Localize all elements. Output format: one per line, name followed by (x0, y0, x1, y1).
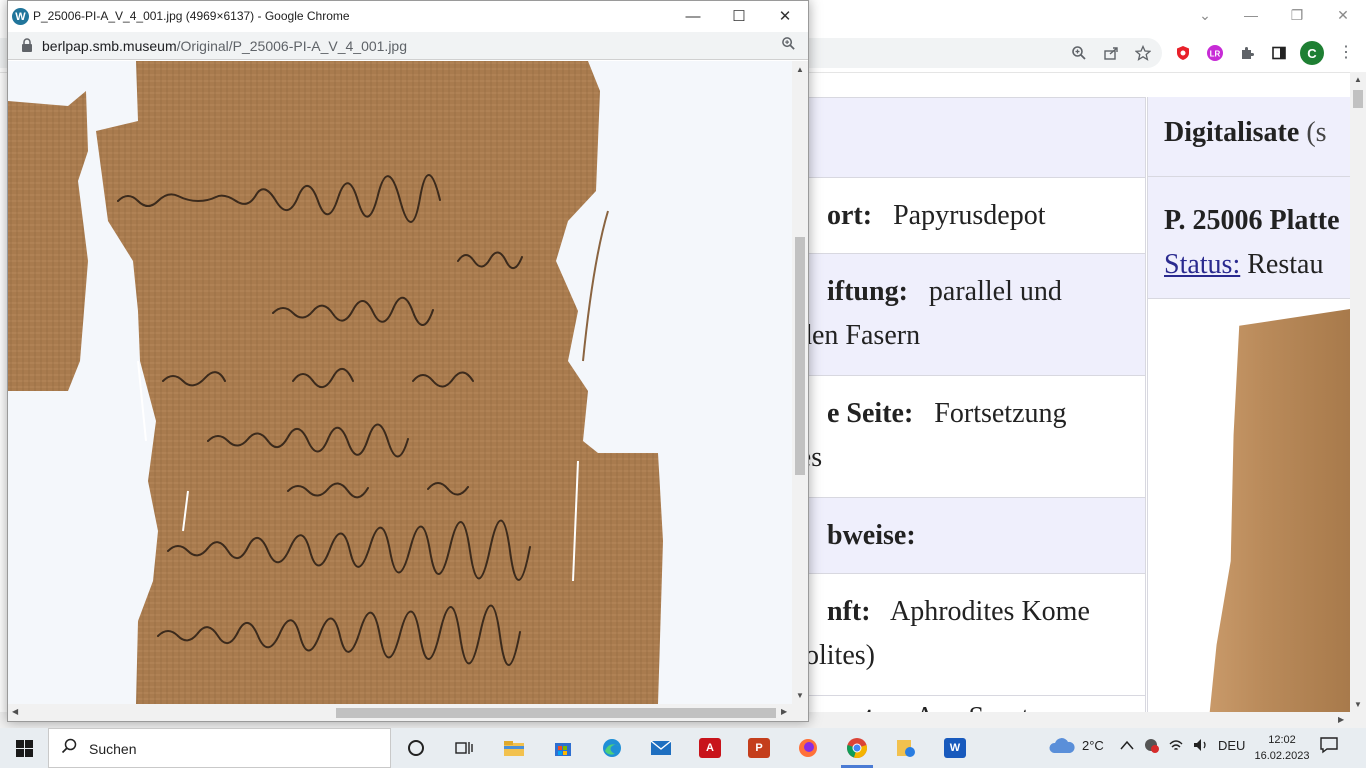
volume-icon[interactable] (1193, 738, 1209, 755)
scroll-up-arrow-icon[interactable]: ▲ (1354, 75, 1362, 84)
table-row: ort: Papyrusdepot (761, 178, 1145, 254)
row-value: Aphrodites Kome (890, 596, 1090, 627)
metadata-table: ort: Papyrusdepot iftung: parallel und u… (760, 97, 1146, 712)
shield-extension-icon[interactable] (1170, 40, 1196, 66)
language-indicator[interactable]: DEU (1218, 738, 1245, 753)
mail-icon[interactable] (641, 732, 681, 764)
row-label: ort: (827, 200, 873, 231)
row-value: parallel und (928, 276, 1062, 307)
side-panel-icon[interactable] (1266, 40, 1292, 66)
cortana-icon[interactable] (396, 732, 436, 764)
tray-chevron-up-icon[interactable] (1120, 738, 1134, 753)
task-view-icon[interactable] (444, 732, 484, 764)
firefox-icon[interactable] (788, 732, 828, 764)
weather-temperature[interactable]: 2°C (1082, 738, 1104, 753)
store-icon[interactable] (543, 732, 583, 764)
taskbar-clock[interactable]: 12:02 16.02.2023 (1254, 732, 1310, 764)
restore-button[interactable]: ❐ (1274, 0, 1320, 30)
status-value: Restau (1247, 249, 1324, 280)
lock-icon[interactable] (21, 38, 35, 52)
popup-maximize-button[interactable]: ☐ (716, 1, 762, 31)
row-value: Papyrusdepot (893, 200, 1046, 231)
scroll-right-arrow-icon[interactable]: ▶ (1338, 715, 1344, 724)
popup-zoom-icon[interactable] (781, 36, 796, 54)
wifi-icon[interactable] (1168, 738, 1184, 755)
onedrive-folder-icon[interactable] (886, 732, 926, 764)
word-tile: W (944, 738, 966, 758)
acrobat-icon[interactable]: A (690, 732, 730, 764)
windows-taskbar: Suchen A P W 2°C DEU 12:02 16.02.2023 (0, 728, 1366, 768)
minimize-button[interactable]: — (1228, 0, 1274, 30)
plate-title: P. 25006 Platte (1164, 205, 1340, 236)
row-label: e Seite: (827, 398, 914, 429)
row-label: nft: (827, 596, 871, 627)
puzzle-icon[interactable] (1234, 40, 1260, 66)
row-label: bweise: (827, 520, 916, 551)
digitalisate-heading: Digitalisate (s (1148, 97, 1350, 177)
heading-text: Digitalisate (1164, 117, 1300, 148)
popup-vertical-scroll-thumb[interactable] (795, 237, 805, 475)
clock-date: 16.02.2023 (1254, 750, 1310, 762)
popup-scroll-left-arrow-icon[interactable]: ◀ (12, 707, 18, 716)
row-label: sorte: (827, 702, 895, 712)
close-button[interactable]: ✕ (1320, 0, 1366, 30)
powerpoint-icon[interactable]: P (739, 732, 779, 764)
avatar[interactable]: C (1300, 41, 1324, 65)
start-button[interactable] (0, 728, 48, 768)
popup-title: P_25006-PI-A_V_4_001.jpg (4969×6137) - G… (33, 9, 350, 23)
table-row: e Seite: Fortsetzung ktes (761, 376, 1145, 498)
weather-cloud-icon[interactable] (1048, 736, 1076, 759)
papyrus-image[interactable] (8, 61, 792, 704)
popup-titlebar[interactable]: W P_25006-PI-A_V_4_001.jpg (4969×6137) -… (8, 1, 808, 32)
popup-minimize-button[interactable]: — (670, 1, 716, 31)
status-link[interactable]: Status: (1164, 249, 1240, 280)
table-row: iftung: parallel und u den Fasern (761, 254, 1145, 376)
popup-close-button[interactable]: ✕ (762, 1, 808, 31)
windows-logo-icon (15, 739, 33, 757)
popup-address-bar[interactable]: berlpap.smb.museum/Original/P_25006-PI-A… (8, 32, 808, 60)
wordpress-icon: W (12, 8, 29, 25)
heading-suffix: (s (1306, 117, 1327, 148)
edge-icon[interactable] (592, 732, 632, 764)
background-scroll-thumb[interactable] (1353, 90, 1363, 108)
search-placeholder: Suchen (89, 741, 137, 757)
row-label: iftung: (827, 276, 908, 307)
security-alert-icon[interactable] (1144, 738, 1160, 757)
image-popup-window: W P_25006-PI-A_V_4_001.jpg (4969×6137) -… (7, 0, 809, 722)
notification-center-icon[interactable] (1320, 736, 1338, 759)
row-value: Apa Surutos (915, 702, 1054, 712)
acrobat-tile: A (699, 738, 721, 758)
url-host: berlpap.smb.museum (42, 38, 177, 54)
star-icon[interactable] (1130, 40, 1156, 66)
search-icon (61, 738, 77, 759)
word-icon[interactable]: W (935, 732, 975, 764)
kebab-menu-icon[interactable]: ⋮ (1336, 40, 1356, 66)
row-value: Fortsetzung (934, 398, 1067, 429)
scroll-down-arrow-icon[interactable]: ▼ (1354, 700, 1362, 709)
popup-scroll-up-arrow-icon[interactable]: ▲ (796, 65, 804, 74)
background-vertical-scrollbar[interactable] (1350, 72, 1366, 728)
popup-scroll-down-arrow-icon[interactable]: ▼ (796, 691, 804, 700)
powerpoint-tile: P (748, 738, 770, 758)
share-icon[interactable] (1098, 40, 1124, 66)
popup-horizontal-scroll-thumb[interactable] (336, 708, 776, 718)
table-row: nft: Aphrodites Kome opolites) (761, 574, 1145, 696)
clock-time: 12:02 (1268, 734, 1296, 746)
lr-extension-icon[interactable]: LR (1202, 40, 1228, 66)
table-header-row (761, 98, 1145, 178)
popup-url[interactable]: berlpap.smb.museum/Original/P_25006-PI-A… (42, 38, 407, 54)
papyrus-fragment-drawing (8, 61, 663, 704)
svg-text:LR: LR (1210, 50, 1221, 59)
table-row: bweise: (761, 498, 1145, 574)
table-row: sorte: Apa Surutos (761, 696, 1145, 712)
url-path: /Original/P_25006-PI-A_V_4_001.jpg (176, 38, 408, 54)
taskbar-search-box[interactable]: Suchen (48, 728, 391, 768)
tab-search-chevron-icon[interactable]: ⌄ (1182, 0, 1228, 30)
zoom-icon[interactable] (1066, 40, 1092, 66)
popup-scroll-right-arrow-icon[interactable]: ▶ (781, 707, 787, 716)
plate-info: P. 25006 Platte Status: Restau (1148, 177, 1350, 299)
chrome-icon[interactable] (837, 732, 877, 768)
file-explorer-icon[interactable] (494, 732, 534, 764)
